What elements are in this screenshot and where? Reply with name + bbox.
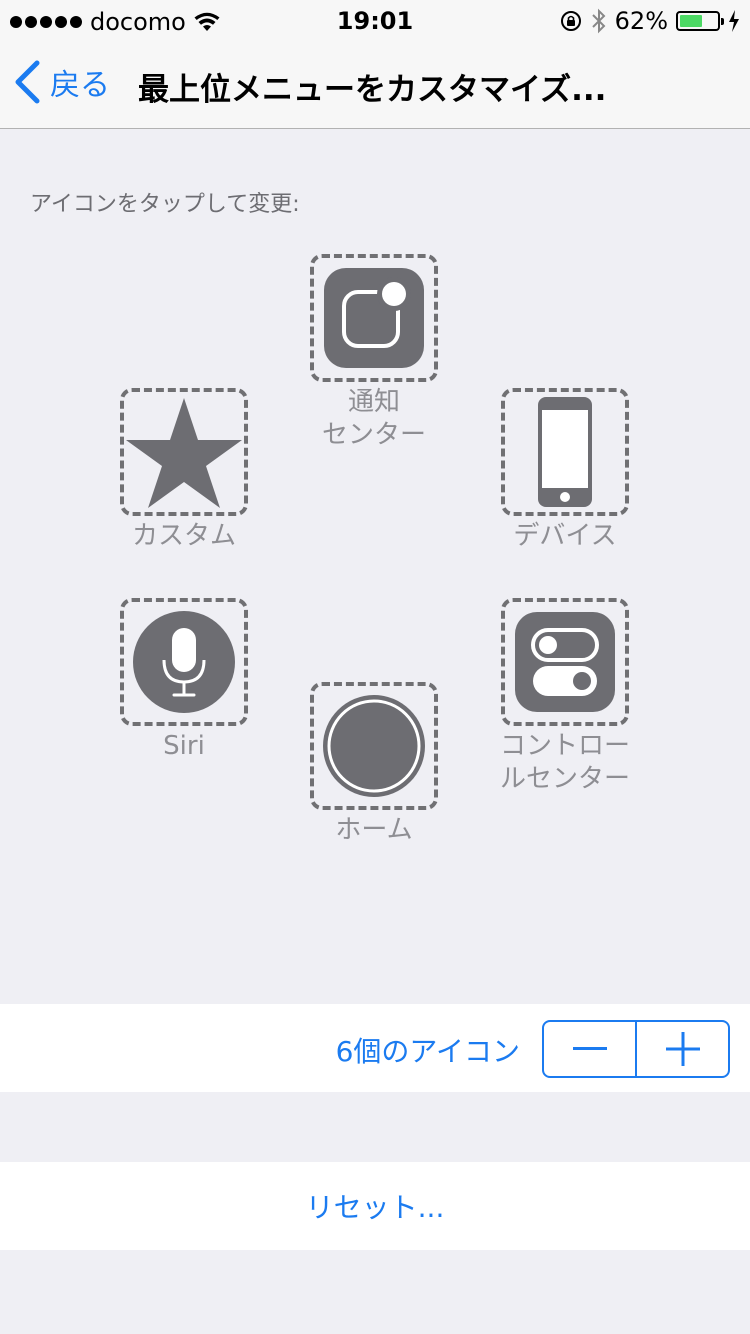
- increment-button[interactable]: [637, 1022, 728, 1076]
- status-right: 62%: [559, 7, 740, 35]
- status-bar: docomo 19:01 62%: [0, 0, 750, 40]
- icon-slot[interactable]: [120, 598, 248, 726]
- bluetooth-icon: [591, 8, 606, 34]
- screen: docomo 19:01 62% 戻る 最上位メニューをカスタマイズ... アイ…: [0, 0, 750, 1334]
- icon-slot[interactable]: [310, 254, 438, 382]
- instruction-label: アイコンをタップして変更:: [30, 192, 300, 217]
- back-button[interactable]: 戻る: [14, 60, 110, 104]
- icon-slot[interactable]: [501, 388, 629, 516]
- battery-level-fill: [680, 15, 702, 27]
- menu-item-siri[interactable]: Siri: [120, 598, 248, 763]
- page-title: 最上位メニューをカスタマイズ...: [138, 72, 607, 108]
- menu-item-label: コントロー ルセンター: [499, 731, 630, 794]
- menu-item-custom[interactable]: カスタム: [120, 388, 248, 553]
- home-button-icon: [323, 695, 425, 797]
- back-button-label: 戻る: [50, 68, 110, 103]
- device-icon: [538, 397, 592, 507]
- menu-item-label: デバイス: [513, 521, 617, 551]
- plus-icon: [665, 1032, 700, 1066]
- menu-item-label: カスタム: [131, 521, 236, 551]
- battery-icon: [676, 11, 724, 31]
- menu-item-label: 通知 センター: [321, 387, 426, 450]
- menu-item-home[interactable]: ホーム: [310, 682, 438, 847]
- icon-count-label: 6個のアイコン: [335, 1035, 520, 1068]
- battery-percent: 62%: [614, 7, 668, 35]
- icon-slot[interactable]: [120, 388, 248, 516]
- reset-label: リセット...: [305, 1191, 445, 1224]
- icon-slot[interactable]: [501, 598, 629, 726]
- chevron-left-icon: [15, 60, 40, 104]
- microphone-icon: [133, 611, 235, 713]
- minus-icon: [572, 1047, 607, 1050]
- charging-bolt-icon: [729, 10, 739, 32]
- icon-slot[interactable]: [310, 682, 438, 810]
- menu-item-device[interactable]: デバイス: [501, 388, 629, 553]
- menu-item-control-center[interactable]: コントロー ルセンター: [500, 598, 630, 796]
- icon-count-row: 6個のアイコン: [0, 1004, 750, 1092]
- navigation-bar: 戻る 最上位メニューをカスタマイズ...: [0, 40, 750, 129]
- decrement-button[interactable]: [544, 1022, 635, 1076]
- control-center-icon: [515, 612, 615, 712]
- reset-button[interactable]: リセット...: [0, 1162, 750, 1250]
- menu-item-notification-center[interactable]: 通知 センター: [310, 254, 438, 452]
- icon-count-stepper: [542, 1020, 730, 1078]
- notification-center-icon: [324, 268, 424, 368]
- star-icon: [126, 398, 242, 508]
- orientation-lock-icon: [560, 11, 581, 31]
- menu-item-label: ホーム: [335, 815, 413, 845]
- menu-item-label: Siri: [163, 731, 205, 761]
